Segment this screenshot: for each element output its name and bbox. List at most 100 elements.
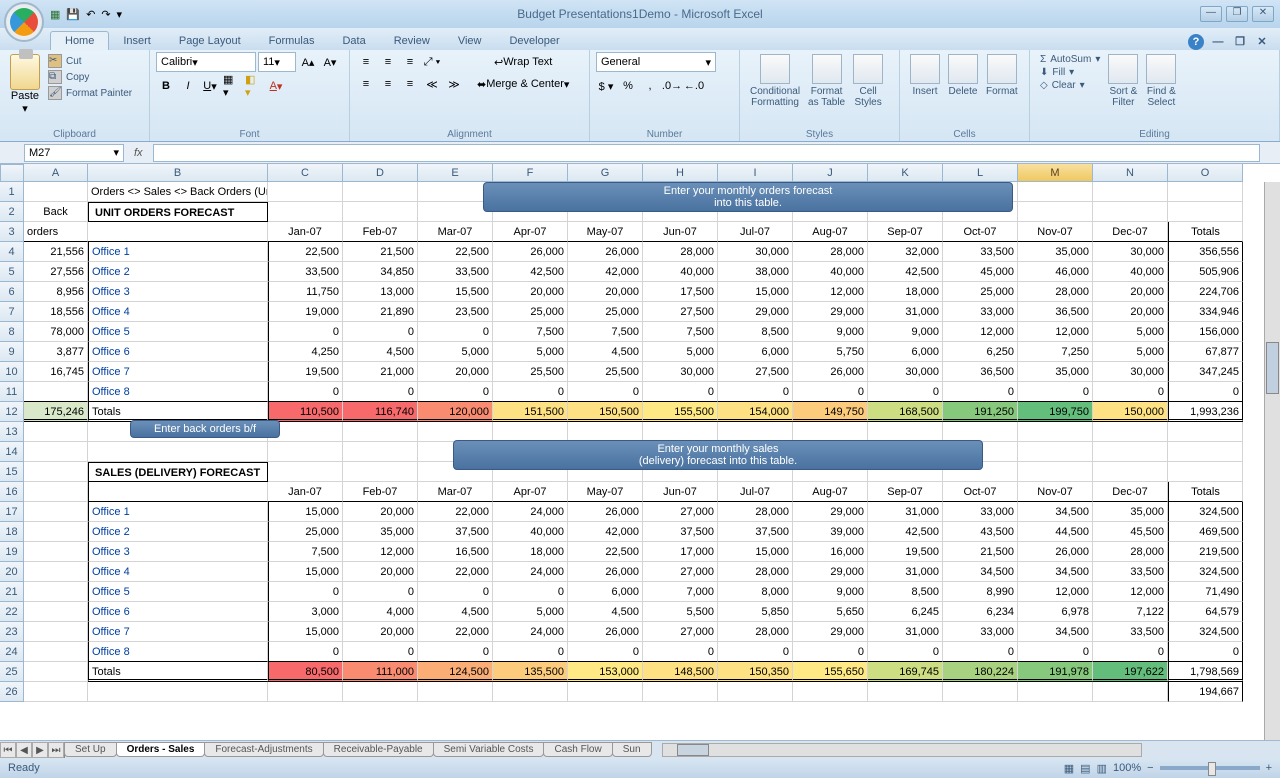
sheet-nav-prev-icon[interactable]: ◀ bbox=[16, 742, 32, 758]
cell-C8[interactable]: 0 bbox=[268, 322, 343, 342]
cell-A5[interactable]: 27,556 bbox=[24, 262, 88, 282]
cell-D8[interactable]: 0 bbox=[343, 322, 418, 342]
copy-button[interactable]: ⧉Copy bbox=[48, 70, 132, 84]
cell-K25[interactable]: 169,745 bbox=[868, 662, 943, 682]
delete-cells-button[interactable]: Delete bbox=[944, 52, 982, 99]
cell-N6[interactable]: 20,000 bbox=[1093, 282, 1168, 302]
increase-font-icon[interactable]: A▴ bbox=[298, 52, 318, 72]
cell-N23[interactable]: 33,500 bbox=[1093, 622, 1168, 642]
cell-N4[interactable]: 30,000 bbox=[1093, 242, 1168, 262]
col-header-B[interactable]: B bbox=[88, 164, 268, 182]
cell-A23[interactable] bbox=[24, 622, 88, 642]
number-format-select[interactable]: General ▾ bbox=[596, 52, 716, 72]
cell-M11[interactable]: 0 bbox=[1018, 382, 1093, 402]
cell-E2[interactable] bbox=[418, 202, 493, 222]
cell-B16[interactable] bbox=[88, 482, 268, 502]
increase-indent-icon[interactable]: ≫ bbox=[444, 74, 464, 94]
percent-format-icon[interactable]: % bbox=[618, 76, 638, 96]
col-header-H[interactable]: H bbox=[643, 164, 718, 182]
zoom-level[interactable]: 100% bbox=[1113, 762, 1141, 774]
cell-C4[interactable]: 22,500 bbox=[268, 242, 343, 262]
cell-F7[interactable]: 25,000 bbox=[493, 302, 568, 322]
cell-G6[interactable]: 20,000 bbox=[568, 282, 643, 302]
cell-O7[interactable]: 334,946 bbox=[1168, 302, 1243, 322]
cell-C25[interactable]: 80,500 bbox=[268, 662, 343, 682]
cell-O13[interactable] bbox=[1168, 422, 1243, 442]
tab-review[interactable]: Review bbox=[380, 32, 444, 50]
cell-L9[interactable]: 6,250 bbox=[943, 342, 1018, 362]
row-header-6[interactable]: 6 bbox=[0, 282, 24, 302]
cell-N9[interactable]: 5,000 bbox=[1093, 342, 1168, 362]
cell-J23[interactable]: 29,000 bbox=[793, 622, 868, 642]
cell-C5[interactable]: 33,500 bbox=[268, 262, 343, 282]
cell-D19[interactable]: 12,000 bbox=[343, 542, 418, 562]
cell-G12[interactable]: 150,500 bbox=[568, 402, 643, 422]
cell-O22[interactable]: 64,579 bbox=[1168, 602, 1243, 622]
cell-L5[interactable]: 45,000 bbox=[943, 262, 1018, 282]
cell-K21[interactable]: 8,500 bbox=[868, 582, 943, 602]
cell-B19[interactable]: Office 3 bbox=[88, 542, 268, 562]
cell-H10[interactable]: 30,000 bbox=[643, 362, 718, 382]
cell-O14[interactable] bbox=[1168, 442, 1243, 462]
cell-D21[interactable]: 0 bbox=[343, 582, 418, 602]
cell-B15[interactable]: SALES (DELIVERY) FORECAST bbox=[88, 462, 268, 482]
cell-E23[interactable]: 22,000 bbox=[418, 622, 493, 642]
tab-insert[interactable]: Insert bbox=[109, 32, 165, 50]
insert-cells-button[interactable]: Insert bbox=[906, 52, 944, 99]
cell-N20[interactable]: 33,500 bbox=[1093, 562, 1168, 582]
help-icon[interactable]: ? bbox=[1188, 34, 1204, 50]
cell-B18[interactable]: Office 2 bbox=[88, 522, 268, 542]
cell-E25[interactable]: 124,500 bbox=[418, 662, 493, 682]
cell-L3[interactable]: Oct-07 bbox=[943, 222, 1018, 242]
cell-F13[interactable] bbox=[493, 422, 568, 442]
cell-I4[interactable]: 30,000 bbox=[718, 242, 793, 262]
cell-G22[interactable]: 4,500 bbox=[568, 602, 643, 622]
tab-page-layout[interactable]: Page Layout bbox=[165, 32, 255, 50]
cell-F9[interactable]: 5,000 bbox=[493, 342, 568, 362]
cell-J12[interactable]: 149,750 bbox=[793, 402, 868, 422]
cell-A21[interactable] bbox=[24, 582, 88, 602]
cell-K8[interactable]: 9,000 bbox=[868, 322, 943, 342]
cell-O9[interactable]: 67,877 bbox=[1168, 342, 1243, 362]
clear-button[interactable]: ◇ Clear ▾ bbox=[1040, 80, 1100, 91]
col-header-G[interactable]: G bbox=[568, 164, 643, 182]
cell-J6[interactable]: 12,000 bbox=[793, 282, 868, 302]
col-header-A[interactable]: A bbox=[24, 164, 88, 182]
tab-data[interactable]: Data bbox=[328, 32, 379, 50]
cell-A9[interactable]: 3,877 bbox=[24, 342, 88, 362]
cell-H3[interactable]: Jun-07 bbox=[643, 222, 718, 242]
cell-N21[interactable]: 12,000 bbox=[1093, 582, 1168, 602]
cell-A4[interactable]: 21,556 bbox=[24, 242, 88, 262]
cell-O11[interactable]: 0 bbox=[1168, 382, 1243, 402]
formula-input[interactable] bbox=[153, 144, 1260, 162]
cell-O26[interactable]: 194,667 bbox=[1168, 682, 1243, 702]
align-top-icon[interactable]: ≡ bbox=[356, 52, 376, 72]
cell-M26[interactable] bbox=[1018, 682, 1093, 702]
cell-A24[interactable] bbox=[24, 642, 88, 662]
cell-K4[interactable]: 32,000 bbox=[868, 242, 943, 262]
cell-H22[interactable]: 5,500 bbox=[643, 602, 718, 622]
cell-E13[interactable] bbox=[418, 422, 493, 442]
row-header-14[interactable]: 14 bbox=[0, 442, 24, 462]
cell-M13[interactable] bbox=[1018, 422, 1093, 442]
cell-C11[interactable]: 0 bbox=[268, 382, 343, 402]
save-icon[interactable]: 💾 bbox=[66, 8, 80, 21]
cell-O24[interactable]: 0 bbox=[1168, 642, 1243, 662]
row-header-12[interactable]: 12 bbox=[0, 402, 24, 422]
cell-A14[interactable] bbox=[24, 442, 88, 462]
cell-A11[interactable] bbox=[24, 382, 88, 402]
cell-D10[interactable]: 21,000 bbox=[343, 362, 418, 382]
cell-G5[interactable]: 42,000 bbox=[568, 262, 643, 282]
tab-view[interactable]: View bbox=[444, 32, 496, 50]
conditional-formatting-button[interactable]: Conditional Formatting bbox=[746, 52, 804, 110]
cell-E26[interactable] bbox=[418, 682, 493, 702]
cell-M4[interactable]: 35,000 bbox=[1018, 242, 1093, 262]
cell-E22[interactable]: 4,500 bbox=[418, 602, 493, 622]
cell-K18[interactable]: 42,500 bbox=[868, 522, 943, 542]
cell-A13[interactable] bbox=[24, 422, 88, 442]
sheet-tab-forecast[interactable]: Forecast-Adjustments bbox=[204, 742, 323, 757]
cell-J10[interactable]: 26,000 bbox=[793, 362, 868, 382]
cell-I24[interactable]: 0 bbox=[718, 642, 793, 662]
cell-A16[interactable] bbox=[24, 482, 88, 502]
row-header-17[interactable]: 17 bbox=[0, 502, 24, 522]
